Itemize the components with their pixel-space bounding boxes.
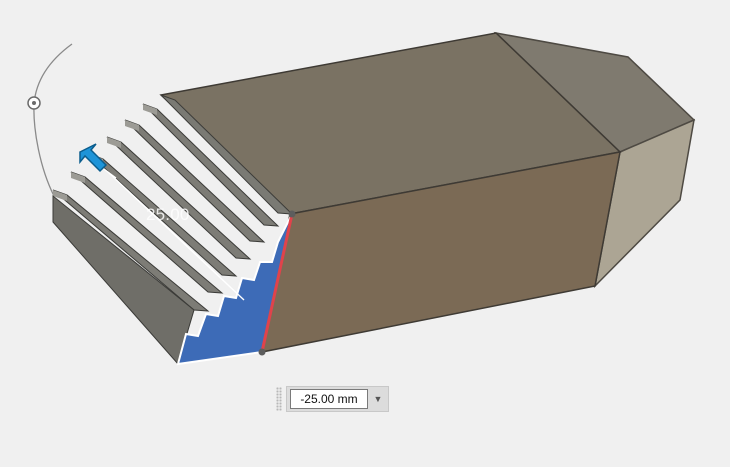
dimension-input-bar: -25.00 mm ▼ <box>276 384 398 414</box>
extrude-arrow-icon[interactable] <box>79 143 108 173</box>
dimension-input-box: -25.00 mm ▼ <box>286 386 389 412</box>
drag-grip-icon[interactable] <box>276 387 282 411</box>
rotation-gizmo-arc[interactable] <box>33 43 73 197</box>
distance-input[interactable]: -25.00 mm <box>290 389 368 409</box>
chevron-down-icon[interactable]: ▼ <box>371 390 385 408</box>
